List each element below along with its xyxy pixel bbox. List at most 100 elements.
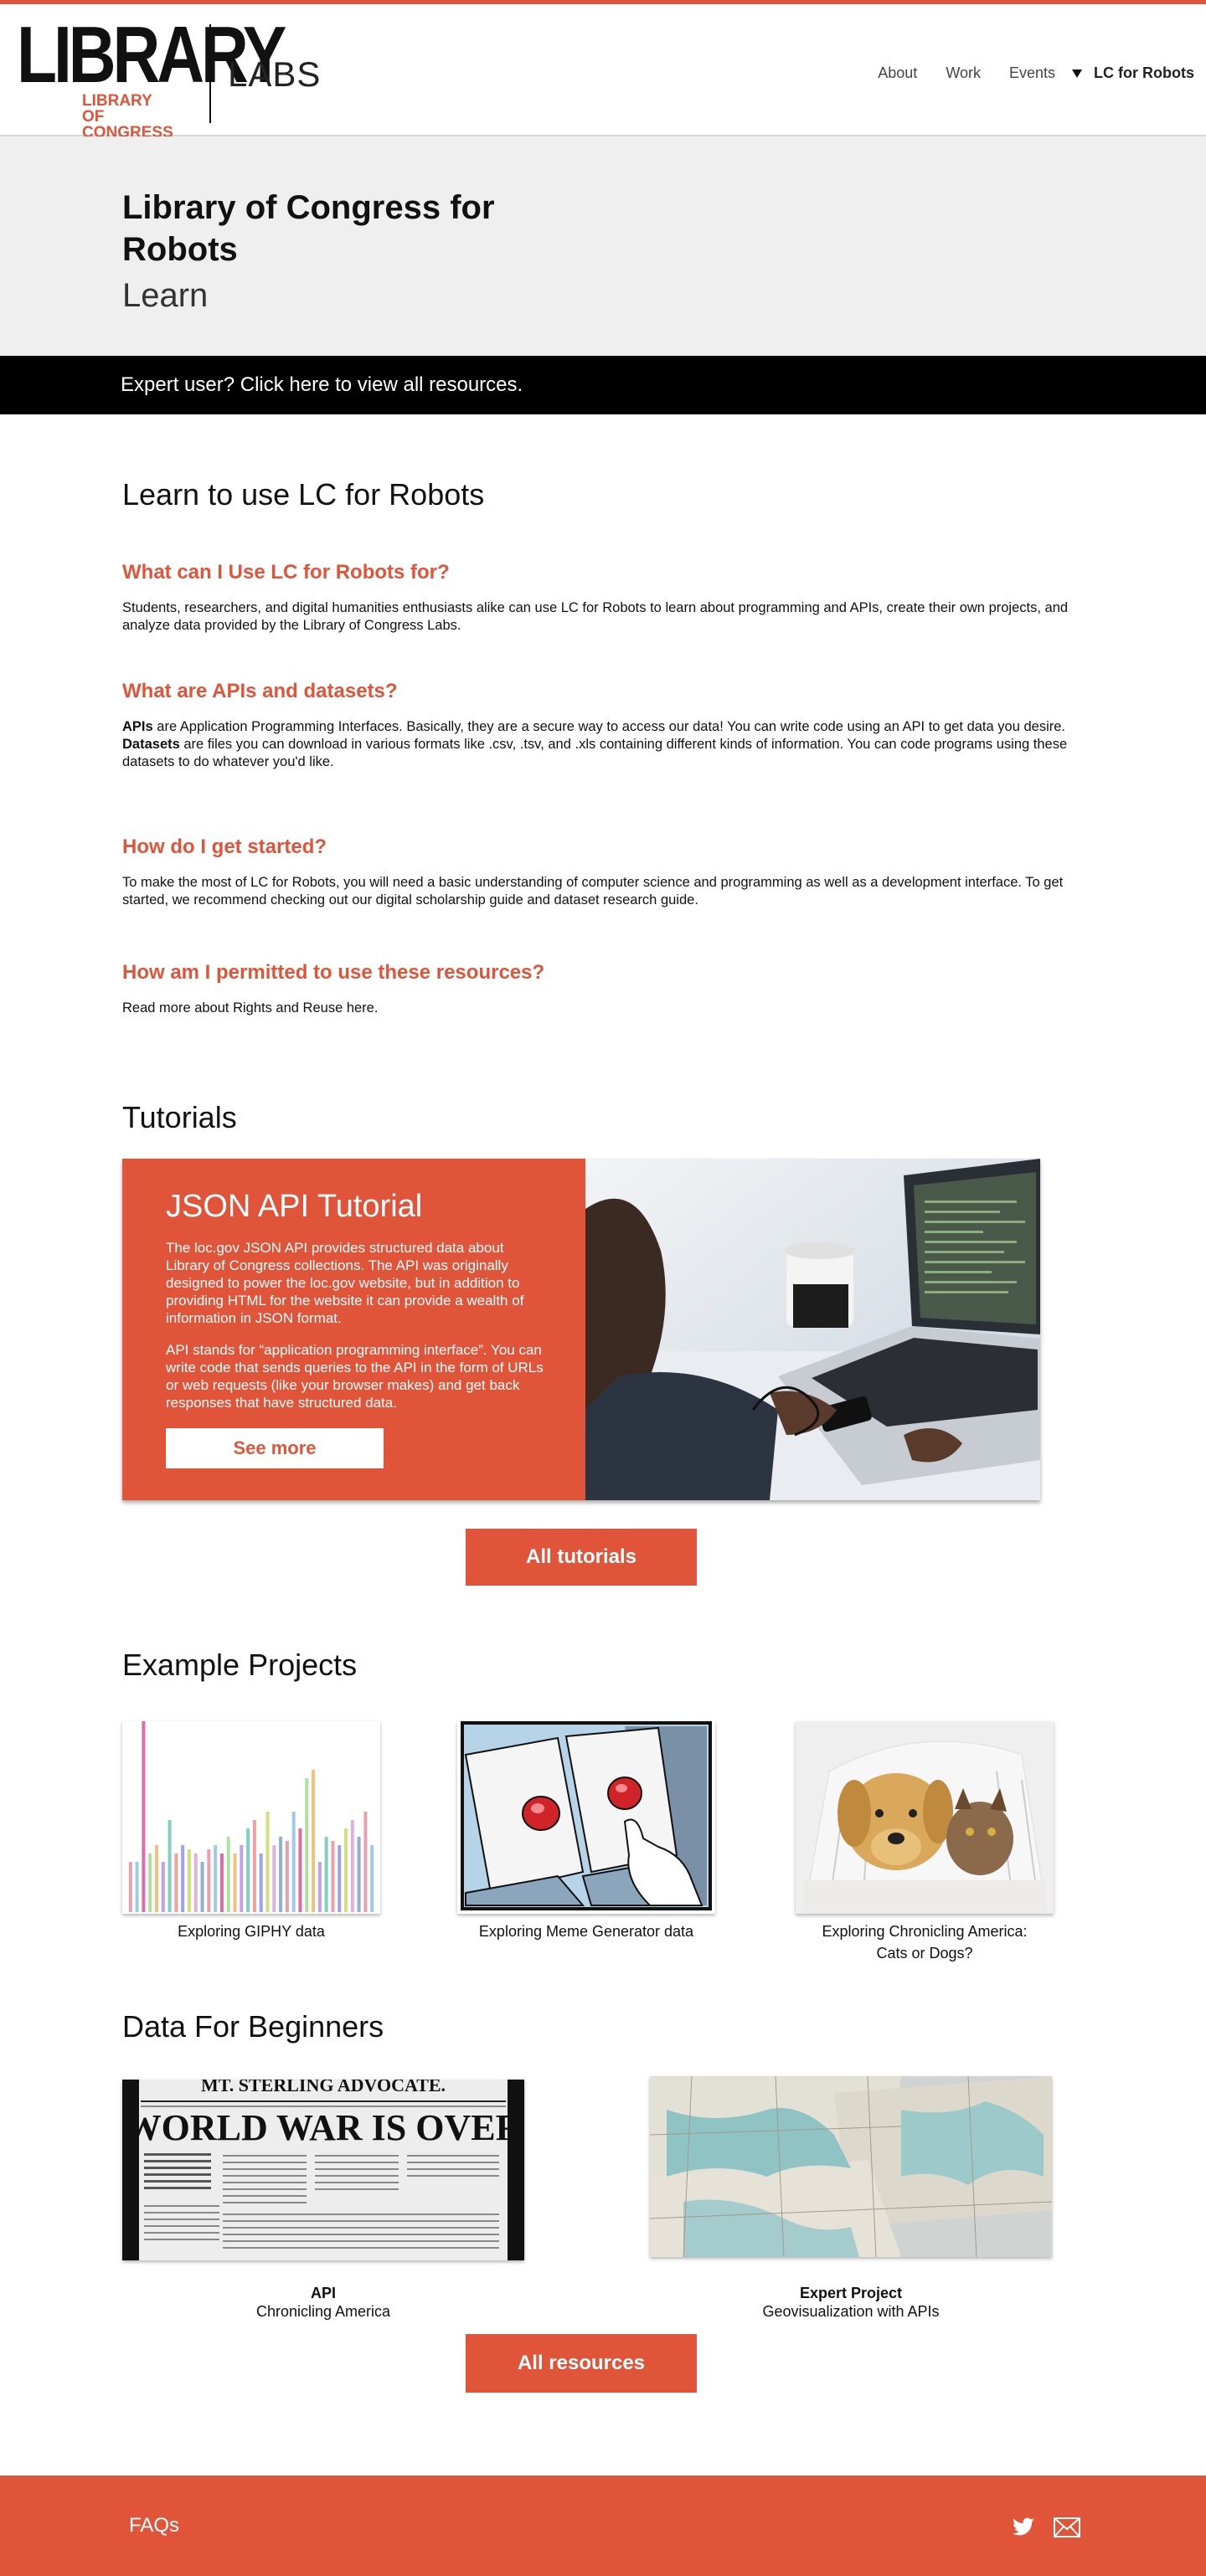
- see-more-button[interactable]: See more: [166, 1428, 384, 1468]
- giphy-bar: [168, 1820, 172, 1912]
- tutorial-title: JSON API Tutorial: [166, 1189, 423, 1224]
- giphy-bar: [317, 1862, 322, 1912]
- faq-answer: Students, researchers, and digital human…: [122, 600, 1069, 633]
- logo-subtitle: LIBRARY OF CONGRESS: [82, 93, 193, 141]
- giphy-bar: [214, 1845, 218, 1912]
- giphy-bar: [174, 1854, 178, 1912]
- maps-image: [650, 2076, 1052, 2257]
- logo-wordmark: LIBRARY: [17, 10, 286, 100]
- giphy-bar: [259, 1854, 263, 1912]
- expert-user-bar[interactable]: Expert user? Click here to view all reso…: [0, 356, 1206, 414]
- giphy-bar: [161, 1862, 165, 1912]
- hero-banner: Library of Congress for Robots Learn: [0, 136, 1206, 356]
- project-card-giphy[interactable]: Exploring GIPHY data: [122, 1721, 380, 1942]
- tutorial-card: JSON API Tutorial The loc.gov JSON API p…: [122, 1159, 1040, 1500]
- giphy-bar: [350, 1820, 354, 1912]
- footer-faqs-link[interactable]: FAQs: [129, 2514, 179, 2537]
- resource-card-chronicling-america[interactable]: MT. STERLING ADVOCATE. WORLD WAR IS OVER: [122, 2080, 524, 2321]
- all-resources-button[interactable]: All resources: [466, 2334, 697, 2393]
- expert-user-link[interactable]: Expert user? Click here to view all reso…: [121, 373, 523, 397]
- learn-heading: Learn to use LC for Robots: [122, 477, 485, 512]
- laptop-photo: [585, 1159, 1040, 1500]
- dog-cat-illustration: [796, 1721, 1054, 1914]
- maps-illustration: [650, 2076, 1052, 2257]
- page-title: Library of Congress for Robots: [122, 189, 495, 268]
- faq-text: are files you can download in various fo…: [122, 737, 1068, 769]
- giphy-bar: [272, 1845, 276, 1912]
- logo-subtitle-line-1: LIBRARY: [82, 92, 152, 110]
- project-caption: Exploring GIPHY data: [178, 1923, 325, 1940]
- faq-question: How do I get started?: [122, 836, 327, 858]
- caret-down-icon: [1072, 69, 1083, 78]
- newspaper-illustration: MT. STERLING ADVOCATE. WORLD WAR IS OVER: [122, 2080, 524, 2260]
- giphy-bar-chart-image: [122, 1721, 380, 1914]
- giphy-bar: [128, 1862, 132, 1912]
- giphy-bar: [240, 1845, 244, 1912]
- newspaper-image: MT. STERLING ADVOCATE. WORLD WAR IS OVER: [122, 2080, 524, 2260]
- project-caption: Exploring Chronicling America: Cats or D…: [796, 1920, 1054, 1964]
- resource-card-geovisualization[interactable]: Expert Project Geovisualization with API…: [650, 2076, 1052, 2321]
- learn-section: Learn to use LC for Robots: [122, 477, 1085, 512]
- footer-social-icons: [1012, 2517, 1080, 2542]
- resource-type: Expert Project: [799, 2285, 903, 2301]
- giphy-bar: [148, 1854, 152, 1912]
- giphy-bar: [187, 1849, 191, 1912]
- projects-heading: Example Projects: [122, 1648, 358, 1682]
- project-card-meme[interactable]: Exploring Meme Generator data: [457, 1721, 715, 1942]
- laptop-photo-illustration: [585, 1159, 1040, 1500]
- faq-term-datasets: Datasets: [122, 737, 180, 752]
- labs-title[interactable]: LABS: [228, 54, 321, 95]
- giphy-bar: [312, 1770, 316, 1912]
- giphy-bar: [154, 1845, 158, 1912]
- tutorial-text-panel: JSON API Tutorial The loc.gov JSON API p…: [122, 1159, 585, 1500]
- giphy-bar: [193, 1854, 198, 1912]
- giphy-bar: [357, 1837, 361, 1912]
- faq-answer[interactable]: Read more about Rights and Reuse here.: [122, 1000, 1085, 1017]
- faq-answer: To make the most of LC for Robots, you w…: [122, 875, 1064, 908]
- giphy-bar: [135, 1862, 139, 1912]
- tutorial-paragraph: API stands for “application programming …: [166, 1342, 544, 1411]
- page-subtitle: Learn: [122, 277, 209, 314]
- tutorial-paragraph: The loc.gov JSON API provides structured…: [166, 1240, 524, 1326]
- project-card-cats-dogs[interactable]: Exploring Chronicling America: Cats or D…: [796, 1721, 1054, 1964]
- nav-lc-for-robots[interactable]: LC for Robots: [1094, 64, 1194, 82]
- tutorials-heading: Tutorials: [122, 1100, 237, 1134]
- giphy-bar: [207, 1849, 211, 1912]
- giphy-bar: [324, 1837, 328, 1912]
- faq-question: What are APIs and datasets?: [122, 680, 398, 702]
- giphy-bar: [291, 1812, 296, 1912]
- main-nav: About Work Events LC for Robots: [849, 64, 1194, 82]
- twitter-icon[interactable]: [1012, 2517, 1035, 2542]
- faq-item: What are APIs and datasets? APIs are App…: [122, 680, 1085, 771]
- beginners-section: Data For Beginners: [122, 2009, 1085, 2044]
- nav-about[interactable]: About: [878, 64, 917, 82]
- nav-work[interactable]: Work: [946, 64, 981, 82]
- faq-term-apis: APIs: [122, 719, 153, 734]
- nav-events[interactable]: Events: [1009, 64, 1055, 82]
- all-tutorials-button[interactable]: All tutorials: [466, 1529, 697, 1586]
- email-icon[interactable]: [1054, 2517, 1080, 2542]
- library-logo[interactable]: LIBRARY LIBRARY OF CONGRESS: [17, 10, 286, 141]
- tutorials-section: Tutorials: [122, 1100, 1085, 1135]
- giphy-bar: [252, 1820, 256, 1912]
- giphy-bar: [226, 1837, 230, 1912]
- giphy-bar: [305, 1778, 309, 1912]
- resource-type: API: [310, 2285, 336, 2301]
- project-caption-line-1: Exploring Chronicling America:: [822, 1923, 1028, 1940]
- projects-section: Example Projects: [122, 1648, 1085, 1683]
- faq-question: How am I permitted to use these resource…: [122, 961, 545, 984]
- resource-caption: API Chronicling America: [122, 2284, 524, 2321]
- faq-item: How do I get started? To make the most o…: [122, 836, 1085, 909]
- giphy-bar: [200, 1862, 204, 1912]
- giphy-bar: [363, 1812, 368, 1912]
- giphy-bar: [265, 1812, 270, 1912]
- giphy-bar: [285, 1841, 289, 1912]
- faq-text: are Application Programming Interfaces. …: [152, 719, 1065, 734]
- giphy-bars: [122, 1721, 380, 1914]
- dog-and-cat-photo: [796, 1721, 1054, 1914]
- giphy-bar: [142, 1721, 146, 1912]
- faq-answer: APIs are Application Programming Interfa…: [122, 718, 1085, 736]
- giphy-bar: [344, 1828, 348, 1912]
- giphy-bar: [219, 1854, 224, 1912]
- giphy-bar: [181, 1845, 185, 1912]
